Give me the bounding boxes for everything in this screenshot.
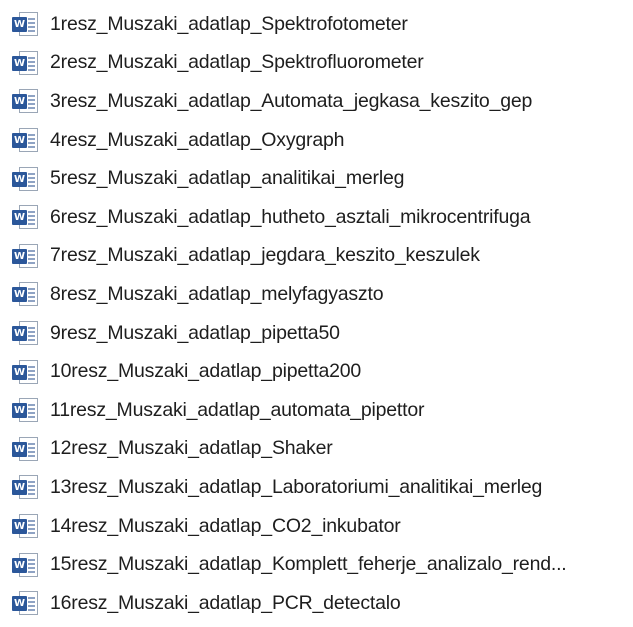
- file-item[interactable]: W 6resz_Muszaki_adatlap_hutheto_asztali_…: [0, 198, 633, 237]
- word-document-icon: W: [12, 88, 39, 114]
- file-item[interactable]: W 1resz_Muszaki_adatlap_Spektrofotometer: [0, 5, 633, 44]
- file-item[interactable]: W 8resz_Muszaki_adatlap_melyfagyaszto: [0, 275, 633, 314]
- file-item[interactable]: W 15resz_Muszaki_adatlap_Komplett_feherj…: [0, 545, 633, 584]
- word-document-icon: W: [12, 204, 39, 230]
- word-badge: W: [12, 480, 27, 496]
- file-name: 6resz_Muszaki_adatlap_hutheto_asztali_mi…: [50, 205, 531, 228]
- file-item[interactable]: W 13resz_Muszaki_adatlap_Laboratoriumi_a…: [0, 468, 633, 507]
- file-name: 14resz_Muszaki_adatlap_CO2_inkubator: [50, 514, 401, 537]
- file-name: 15resz_Muszaki_adatlap_Komplett_feherje_…: [50, 553, 567, 576]
- word-document-icon: W: [12, 397, 39, 423]
- word-badge: W: [12, 94, 27, 110]
- word-badge: W: [12, 55, 27, 71]
- word-document-icon: W: [12, 436, 39, 462]
- file-item[interactable]: W 5resz_Muszaki_adatlap_analitikai_merle…: [0, 159, 633, 198]
- file-name: 13resz_Muszaki_adatlap_Laboratoriumi_ana…: [50, 475, 543, 498]
- file-item[interactable]: W 12resz_Muszaki_adatlap_Shaker: [0, 430, 633, 469]
- file-name: 2resz_Muszaki_adatlap_Spektrofluorometer: [50, 51, 424, 74]
- file-name: 9resz_Muszaki_adatlap_pipetta50: [50, 321, 340, 344]
- word-badge: W: [12, 441, 27, 457]
- file-name: 12resz_Muszaki_adatlap_Shaker: [50, 437, 333, 460]
- word-badge: W: [12, 210, 27, 226]
- word-document-icon: W: [12, 11, 39, 37]
- word-document-icon: W: [12, 243, 39, 269]
- file-name: 5resz_Muszaki_adatlap_analitikai_merleg: [50, 167, 405, 190]
- word-document-icon: W: [12, 50, 39, 76]
- word-badge: W: [12, 519, 27, 535]
- word-document-icon: W: [12, 127, 39, 153]
- word-badge: W: [12, 326, 27, 342]
- file-item[interactable]: W 7resz_Muszaki_adatlap_jegdara_keszito_…: [0, 237, 633, 276]
- file-item[interactable]: W 14resz_Muszaki_adatlap_CO2_inkubator: [0, 507, 633, 546]
- file-name: 7resz_Muszaki_adatlap_jegdara_keszito_ke…: [50, 244, 480, 267]
- word-badge: W: [12, 403, 27, 419]
- file-item[interactable]: W 9resz_Muszaki_adatlap_pipetta50: [0, 314, 633, 353]
- word-document-icon: W: [12, 474, 39, 500]
- file-list: W 1resz_Muszaki_adatlap_Spektrofotometer…: [0, 0, 633, 627]
- file-item[interactable]: W 10resz_Muszaki_adatlap_pipetta200: [0, 352, 633, 391]
- file-name: 3resz_Muszaki_adatlap_Automata_jegkasa_k…: [50, 89, 533, 112]
- word-badge: W: [12, 596, 27, 612]
- word-badge: W: [12, 287, 27, 303]
- word-badge: W: [12, 248, 27, 264]
- word-badge: W: [12, 171, 27, 187]
- word-document-icon: W: [12, 281, 39, 307]
- file-name: 11resz_Muszaki_adatlap_automata_pipettor: [50, 398, 425, 421]
- word-document-icon: W: [12, 513, 39, 539]
- word-document-icon: W: [12, 320, 39, 346]
- file-item[interactable]: W 11resz_Muszaki_adatlap_automata_pipett…: [0, 391, 633, 430]
- file-name: 4resz_Muszaki_adatlap_Oxygraph: [50, 128, 345, 151]
- word-badge: W: [12, 17, 27, 33]
- word-document-icon: W: [12, 166, 39, 192]
- file-name: 10resz_Muszaki_adatlap_pipetta200: [50, 360, 362, 383]
- word-document-icon: W: [12, 590, 39, 616]
- word-badge: W: [12, 133, 27, 149]
- word-badge: W: [12, 364, 27, 380]
- word-document-icon: W: [12, 552, 39, 578]
- file-name: 8resz_Muszaki_adatlap_melyfagyaszto: [50, 282, 384, 305]
- word-document-icon: W: [12, 359, 39, 385]
- word-badge: W: [12, 557, 27, 573]
- file-name: 1resz_Muszaki_adatlap_Spektrofotometer: [50, 12, 408, 35]
- file-name: 16resz_Muszaki_adatlap_PCR_detectalo: [50, 591, 401, 614]
- file-item[interactable]: W 2resz_Muszaki_adatlap_Spektrofluoromet…: [0, 44, 633, 83]
- file-item[interactable]: W 4resz_Muszaki_adatlap_Oxygraph: [0, 121, 633, 160]
- file-item[interactable]: W 16resz_Muszaki_adatlap_PCR_detectalo: [0, 584, 633, 623]
- file-item[interactable]: W 3resz_Muszaki_adatlap_Automata_jegkasa…: [0, 82, 633, 121]
